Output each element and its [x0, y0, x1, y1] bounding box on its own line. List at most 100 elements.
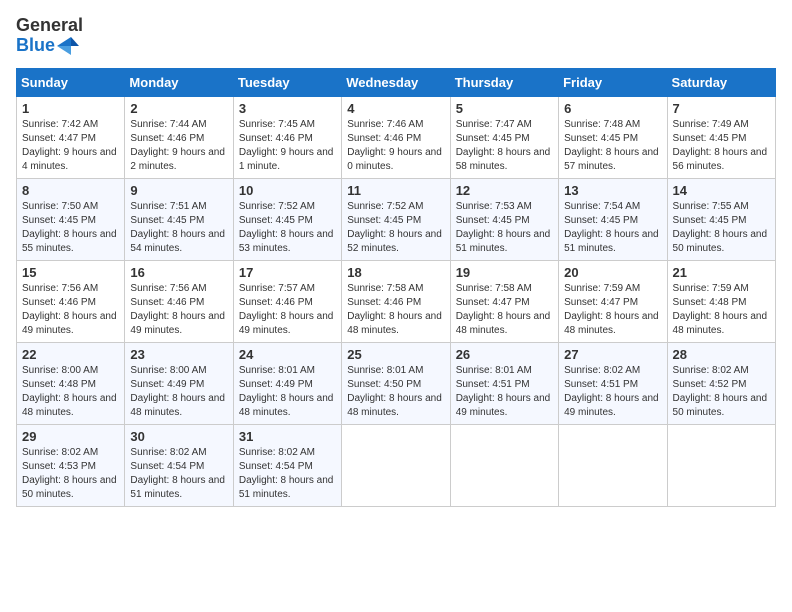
logo-svg: General Blue [16, 16, 83, 56]
calendar-cell: 23Sunrise: 8:00 AMSunset: 4:49 PMDayligh… [125, 342, 233, 424]
day-info: Sunrise: 7:59 AMSunset: 4:47 PMDaylight:… [564, 282, 661, 338]
logo: General Blue [16, 16, 83, 56]
day-info: Sunrise: 8:02 AMSunset: 4:54 PMDaylight:… [239, 446, 336, 502]
calendar-cell: 24 Sunrise: 8:01 AMSunset: 4:49 PMDayligh… [233, 342, 341, 424]
day-number: 27 [564, 347, 661, 362]
day-number: 14 [673, 183, 770, 198]
day-number: 20 [564, 265, 661, 280]
calendar-cell: 29 Sunrise: 8:02 AMSunset: 4:53 PMDayligh… [17, 424, 125, 506]
day-number: 22 [22, 347, 119, 362]
day-number: 7 [673, 101, 770, 116]
day-info: Sunrise: 7:58 AMSunset: 4:46 PMDaylight:… [347, 282, 444, 338]
day-number: 8 [22, 183, 119, 198]
day-info: Sunrise: 8:02 AMSunset: 4:51 PMDaylight:… [564, 364, 661, 420]
calendar-cell: 7 Sunrise: 7:49 AMSunset: 4:45 PMDaylight… [667, 96, 775, 178]
calendar-cell: 25 Sunrise: 8:01 AMSunset: 4:50 PMDayligh… [342, 342, 450, 424]
day-info: Sunrise: 7:45 AMSunset: 4:46 PMDaylight:… [239, 118, 336, 174]
calendar-cell: 18 Sunrise: 7:58 AMSunset: 4:46 PMDayligh… [342, 260, 450, 342]
day-number: 19 [456, 265, 553, 280]
calendar-cell [450, 424, 558, 506]
calendar-cell: 15 Sunrise: 7:56 AMSunset: 4:46 PMDayligh… [17, 260, 125, 342]
calendar-cell: 12 Sunrise: 7:53 AMSunset: 4:45 PMDayligh… [450, 178, 558, 260]
day-number: 15 [22, 265, 119, 280]
day-info: Sunrise: 7:47 AMSunset: 4:45 PMDaylight:… [456, 118, 553, 174]
day-number: 4 [347, 101, 444, 116]
day-info: Sunrise: 7:50 AMSunset: 4:45 PMDaylight:… [22, 200, 119, 256]
day-info: Sunrise: 8:02 AMSunset: 4:54 PMDaylight:… [130, 446, 227, 502]
day-number: 2 [130, 101, 227, 116]
calendar-cell [559, 424, 667, 506]
day-info: Sunrise: 7:51 AMSunset: 4:45 PMDaylight:… [130, 200, 227, 256]
day-info: Sunrise: 7:56 AMSunset: 4:46 PMDaylight:… [22, 282, 119, 338]
day-number: 29 [22, 429, 119, 444]
day-number: 3 [239, 101, 336, 116]
calendar-cell: 27 Sunrise: 8:02 AMSunset: 4:51 PMDayligh… [559, 342, 667, 424]
calendar-cell: 9 Sunrise: 7:51 AMSunset: 4:45 PMDaylight… [125, 178, 233, 260]
day-number: 11 [347, 183, 444, 198]
calendar-cell: 10Sunrise: 7:52 AMSunset: 4:45 PMDayligh… [233, 178, 341, 260]
day-number: 26 [456, 347, 553, 362]
day-number: 30 [130, 429, 227, 444]
day-info: Sunrise: 7:54 AMSunset: 4:45 PMDaylight:… [564, 200, 661, 256]
calendar-cell: 31 Sunrise: 8:02 AMSunset: 4:54 PMDayligh… [233, 424, 341, 506]
day-number: 13 [564, 183, 661, 198]
day-info: Sunrise: 7:49 AMSunset: 4:45 PMDaylight:… [673, 118, 770, 174]
day-info: Sunrise: 7:58 AMSunset: 4:47 PMDaylight:… [456, 282, 553, 338]
day-info: Sunrise: 8:01 AMSunset: 4:50 PMDaylight:… [347, 364, 444, 420]
calendar-cell: 5Sunrise: 7:47 AMSunset: 4:45 PMDaylight… [450, 96, 558, 178]
calendar-cell: 30 Sunrise: 8:02 AMSunset: 4:54 PMDayligh… [125, 424, 233, 506]
weekday-header-tuesday: Tuesday [233, 68, 341, 96]
calendar-cell: 2 Sunrise: 7:44 AMSunset: 4:46 PMDaylight… [125, 96, 233, 178]
calendar-cell: 20 Sunrise: 7:59 AMSunset: 4:47 PMDayligh… [559, 260, 667, 342]
day-info: Sunrise: 7:42 AMSunset: 4:47 PMDaylight:… [22, 118, 119, 174]
calendar-cell: 19 Sunrise: 7:58 AMSunset: 4:47 PMDayligh… [450, 260, 558, 342]
day-number: 1 [22, 101, 119, 116]
calendar-cell: 16 Sunrise: 7:56 AMSunset: 4:46 PMDayligh… [125, 260, 233, 342]
calendar-cell: 4Sunrise: 7:46 AMSunset: 4:46 PMDaylight… [342, 96, 450, 178]
calendar-cell [342, 424, 450, 506]
calendar-cell: 11 Sunrise: 7:52 AMSunset: 4:45 PMDayligh… [342, 178, 450, 260]
day-info: Sunrise: 8:00 AMSunset: 4:48 PMDaylight:… [22, 364, 119, 420]
day-info: Sunrise: 7:55 AMSunset: 4:45 PMDaylight:… [673, 200, 770, 256]
day-info: Sunrise: 7:56 AMSunset: 4:46 PMDaylight:… [130, 282, 227, 338]
day-number: 28 [673, 347, 770, 362]
logo-bird-icon [57, 37, 79, 55]
weekday-header-sunday: Sunday [17, 68, 125, 96]
weekday-header-wednesday: Wednesday [342, 68, 450, 96]
calendar-cell: 14 Sunrise: 7:55 AMSunset: 4:45 PMDayligh… [667, 178, 775, 260]
day-info: Sunrise: 7:53 AMSunset: 4:45 PMDaylight:… [456, 200, 553, 256]
day-number: 23 [130, 347, 227, 362]
day-number: 24 [239, 347, 336, 362]
day-info: Sunrise: 7:52 AMSunset: 4:45 PMDaylight:… [347, 200, 444, 256]
calendar-cell: 3 Sunrise: 7:45 AMSunset: 4:46 PMDaylight… [233, 96, 341, 178]
day-number: 21 [673, 265, 770, 280]
day-number: 12 [456, 183, 553, 198]
calendar-cell: 8 Sunrise: 7:50 AMSunset: 4:45 PMDaylight… [17, 178, 125, 260]
page-header: General Blue [16, 16, 776, 56]
day-number: 25 [347, 347, 444, 362]
calendar-cell: 26 Sunrise: 8:01 AMSunset: 4:51 PMDayligh… [450, 342, 558, 424]
day-info: Sunrise: 7:44 AMSunset: 4:46 PMDaylight:… [130, 118, 227, 174]
day-number: 18 [347, 265, 444, 280]
weekday-header-saturday: Saturday [667, 68, 775, 96]
calendar-cell [667, 424, 775, 506]
day-info: Sunrise: 8:02 AMSunset: 4:52 PMDaylight:… [673, 364, 770, 420]
weekday-header-thursday: Thursday [450, 68, 558, 96]
day-number: 16 [130, 265, 227, 280]
calendar-cell: 28 Sunrise: 8:02 AMSunset: 4:52 PMDayligh… [667, 342, 775, 424]
day-number: 9 [130, 183, 227, 198]
day-number: 17 [239, 265, 336, 280]
weekday-header-monday: Monday [125, 68, 233, 96]
day-info: Sunrise: 8:02 AMSunset: 4:53 PMDaylight:… [22, 446, 119, 502]
day-info: Sunrise: 7:48 AMSunset: 4:45 PMDaylight:… [564, 118, 661, 174]
calendar-cell: 17Sunrise: 7:57 AMSunset: 4:46 PMDayligh… [233, 260, 341, 342]
calendar-table: SundayMondayTuesdayWednesdayThursdayFrid… [16, 68, 776, 507]
day-info: Sunrise: 8:01 AMSunset: 4:51 PMDaylight:… [456, 364, 553, 420]
day-info: Sunrise: 8:01 AMSunset: 4:49 PMDaylight:… [239, 364, 336, 420]
day-number: 6 [564, 101, 661, 116]
day-info: Sunrise: 7:52 AMSunset: 4:45 PMDaylight:… [239, 200, 336, 256]
calendar-cell: 13 Sunrise: 7:54 AMSunset: 4:45 PMDayligh… [559, 178, 667, 260]
calendar-cell: 6 Sunrise: 7:48 AMSunset: 4:45 PMDaylight… [559, 96, 667, 178]
day-info: Sunrise: 7:59 AMSunset: 4:48 PMDaylight:… [673, 282, 770, 338]
day-number: 31 [239, 429, 336, 444]
